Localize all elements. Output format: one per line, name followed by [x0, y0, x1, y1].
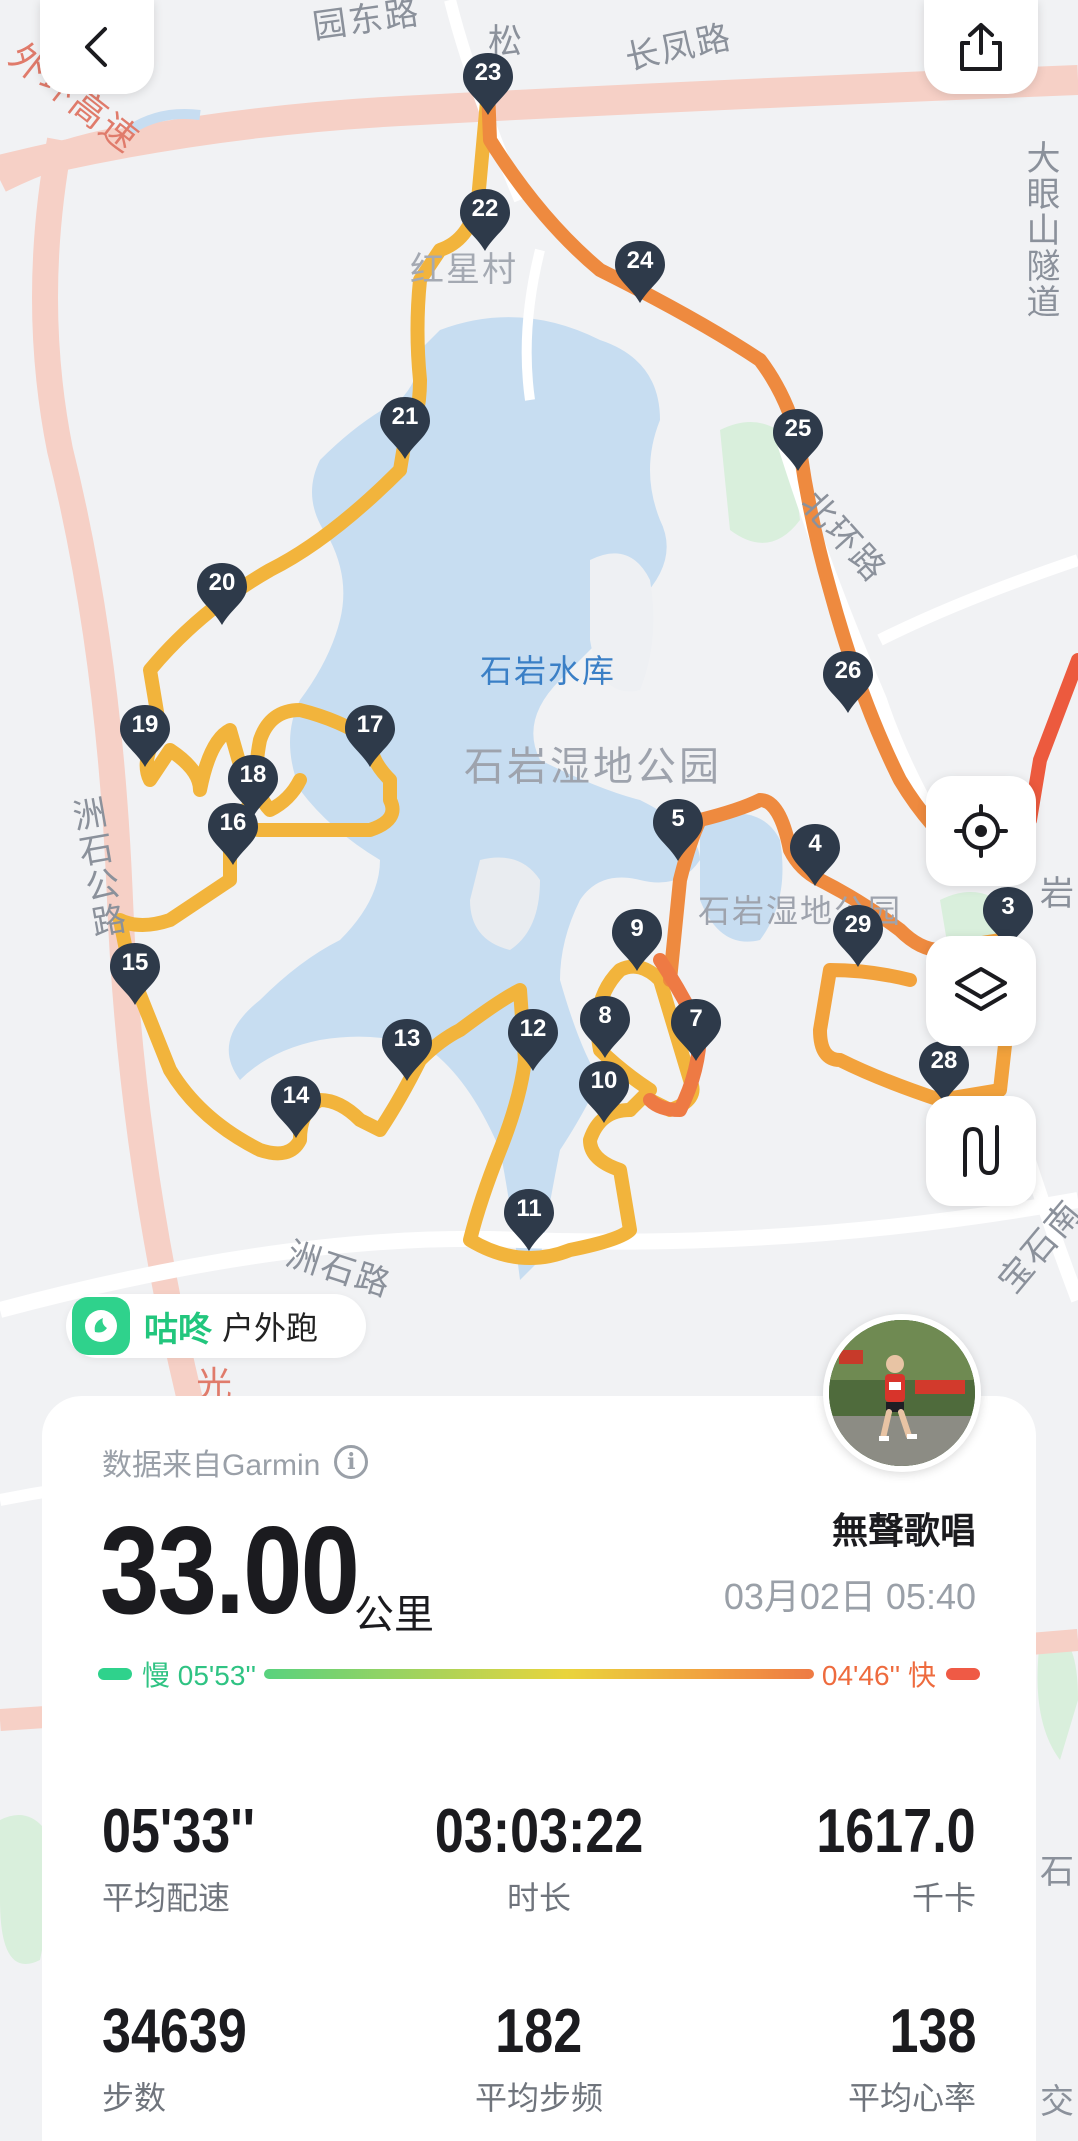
stat-value: 182 [495, 1997, 583, 2066]
km-marker-25[interactable]: 25 [771, 407, 825, 473]
stat-cadence: 182 平均步频 [389, 1996, 689, 2119]
stat-label: 平均步频 [474, 2080, 603, 2116]
km-marker-9[interactable]: 9 [610, 907, 664, 973]
stat-value: 34639 [102, 1997, 247, 2066]
km-marker-26[interactable]: 26 [821, 649, 875, 715]
stat-calories: 1617.0 千卡 [676, 1796, 976, 1919]
km-marker-22[interactable]: 22 [458, 187, 512, 253]
km-marker-12[interactable]: 12 [506, 1007, 560, 1073]
back-arrow-icon [85, 27, 107, 67]
activity-datetime: 03月02日 05:40 [723, 1576, 976, 1617]
stat-value: 05'33'' [102, 1797, 256, 1866]
data-source: 数据来自Garmin i [102, 1440, 369, 1484]
km-marker-5[interactable]: 5 [651, 797, 705, 863]
slow-swatch [98, 1668, 132, 1680]
stat-label: 平均心率 [847, 2080, 976, 2116]
stat-value: 1617.0 [816, 1797, 976, 1866]
locate-icon [954, 804, 1008, 858]
data-source-text: 数据来自Garmin [102, 1449, 321, 1482]
km-marker-4[interactable]: 4 [788, 822, 842, 888]
pace-legend: 慢 05'53'' 04'46'' 快 [98, 1654, 980, 1694]
slow-pace-label: 慢 05'53'' [142, 1660, 257, 1691]
km-marker-8[interactable]: 8 [578, 994, 632, 1060]
sport-type: 户外跑 [222, 1310, 319, 1346]
km-marker-21[interactable]: 21 [378, 395, 432, 461]
summary-card: 数据来自Garmin i 33.00 公里 無聲歌唱 03月02日 05:40 … [42, 1396, 1036, 2141]
distance-value: 33.00 [100, 1502, 360, 1640]
km-marker-11[interactable]: 11 [502, 1187, 556, 1253]
jiao-label: 交 [1040, 2083, 1076, 2121]
km-marker-29[interactable]: 29 [831, 903, 885, 969]
stat-label: 平均配速 [102, 1880, 231, 1916]
stat-duration: 03:03:22 时长 [389, 1796, 689, 1919]
km-marker-13[interactable]: 13 [380, 1017, 434, 1083]
km-marker-24[interactable]: 24 [613, 239, 667, 305]
share-button[interactable] [924, 0, 1038, 94]
avatar[interactable] [823, 1314, 981, 1472]
wetland-park-label: 石岩湿地公园 [464, 745, 722, 789]
brand-badge: 咕咚 户外跑 [66, 1294, 366, 1358]
stat-value: 138 [889, 1997, 976, 2066]
stat-steps: 34639 步数 [102, 1996, 402, 2119]
layers-icon [955, 967, 1007, 1011]
distance-unit: 公里 [354, 1593, 434, 1637]
km-marker-19[interactable]: 19 [118, 703, 172, 769]
yan-label: 岩 [1040, 875, 1076, 913]
km-marker-20[interactable]: 20 [195, 561, 249, 627]
pace-gradient-bar [264, 1669, 814, 1679]
locate-button[interactable] [926, 776, 1036, 886]
fast-pace-label: 04'46'' 快 [821, 1660, 936, 1691]
km-marker-10[interactable]: 10 [577, 1059, 631, 1125]
stat-label: 千卡 [911, 1880, 976, 1916]
km-marker-23[interactable]: 23 [461, 51, 515, 117]
km-marker-15[interactable]: 15 [108, 941, 162, 1007]
share-icon [960, 23, 1002, 71]
brand-name: 咕咚 [144, 1310, 212, 1349]
route-toggle-button[interactable] [926, 1096, 1036, 1206]
shi-label: 石 [1040, 1853, 1076, 1891]
stat-label: 步数 [102, 2080, 167, 2116]
km-marker-18[interactable]: 18 [226, 753, 280, 819]
route-icon [963, 1125, 999, 1177]
km-marker-14[interactable]: 14 [269, 1074, 323, 1140]
stat-avg-pace: 05'33'' 平均配速 [102, 1796, 402, 1919]
reservoir-label: 石岩水库 [480, 653, 617, 689]
stat-heart-rate: 138 平均心率 [676, 1996, 976, 2119]
username[interactable]: 無聲歌唱 [832, 1502, 976, 1554]
codoon-logo-icon [72, 1297, 130, 1355]
stat-value: 03:03:22 [434, 1797, 644, 1866]
runner-photo [829, 1320, 975, 1466]
info-icon[interactable]: i [334, 1445, 369, 1479]
km-marker-17[interactable]: 17 [343, 703, 397, 769]
back-button[interactable] [40, 0, 154, 94]
layers-button[interactable] [926, 936, 1036, 1046]
tunnel-label: 大眼山隧道 [1021, 140, 1059, 320]
stat-label: 时长 [506, 1880, 571, 1916]
fast-swatch [946, 1668, 980, 1680]
km-marker-7[interactable]: 7 [669, 997, 723, 1063]
